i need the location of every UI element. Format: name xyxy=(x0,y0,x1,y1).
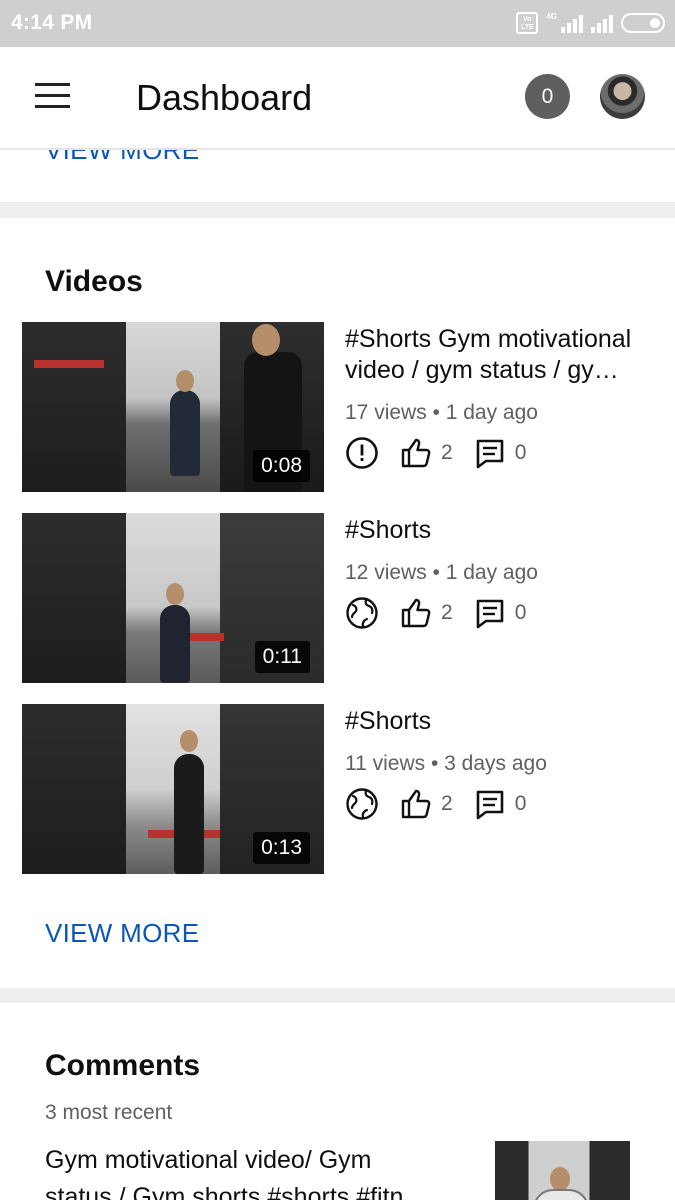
comment-count: 0 xyxy=(514,792,527,815)
comments-subtitle: 3 most recent xyxy=(45,1101,173,1124)
video-meta: 12 views • 1 day ago xyxy=(345,561,538,584)
video-stats: 2 0 xyxy=(345,596,526,630)
network-type-label: 4G xyxy=(546,11,557,21)
like-count: 2 xyxy=(441,792,453,815)
video-duration: 0:11 xyxy=(254,641,310,673)
comment-icon[interactable] xyxy=(473,436,507,470)
menu-icon[interactable] xyxy=(35,83,70,109)
comment-icon[interactable] xyxy=(473,596,507,630)
video-row[interactable]: 0:13 #Shorts 11 views • 3 days ago 2 0 xyxy=(22,704,662,874)
video-title[interactable]: #Shorts xyxy=(345,515,655,546)
video-thumbnail[interactable]: 0:08 xyxy=(22,322,324,492)
section-divider xyxy=(0,202,675,218)
comment-video-thumbnail[interactable] xyxy=(495,1141,630,1200)
video-thumbnail[interactable]: 0:13 xyxy=(22,704,324,874)
videos-section-title: Videos xyxy=(45,265,143,298)
page-title: Dashboard xyxy=(136,77,313,118)
volte-icon: Vo LTE xyxy=(516,12,539,34)
comment-video-title[interactable]: Gym motivational video/ Gym status / Gym… xyxy=(45,1142,445,1200)
video-duration: 0:13 xyxy=(253,832,310,864)
videos-view-more-link[interactable]: VIEW MORE xyxy=(45,918,199,949)
previous-section-card: VIEW MORE xyxy=(0,150,675,202)
section-divider xyxy=(0,988,675,1003)
status-time: 4:14 PM xyxy=(11,11,93,34)
view-more-link[interactable]: VIEW MORE xyxy=(45,150,199,166)
comment-count: 0 xyxy=(514,601,527,624)
thumbs-up-icon[interactable] xyxy=(399,596,433,630)
comment-icon[interactable] xyxy=(473,787,507,821)
thumbs-up-icon[interactable] xyxy=(399,787,433,821)
video-title[interactable]: #Shorts xyxy=(345,706,655,737)
video-row[interactable]: 0:08 #Shorts Gym motivational video / gy… xyxy=(22,322,662,492)
video-title[interactable]: #Shorts Gym motivational video / gym sta… xyxy=(345,324,655,386)
video-row[interactable]: 0:11 #Shorts 12 views • 1 day ago 2 0 xyxy=(22,513,662,683)
video-stats: 2 0 xyxy=(345,436,526,470)
app-bar: Dashboard 0 xyxy=(0,47,675,150)
video-meta: 17 views • 1 day ago xyxy=(345,401,538,424)
video-stats: 2 0 xyxy=(345,787,526,821)
videos-card: Videos 0:08 #Shorts Gym motivational vid… xyxy=(0,218,675,988)
video-meta: 11 views • 3 days ago xyxy=(345,752,547,775)
signal-icon-2 xyxy=(591,13,613,33)
avatar[interactable] xyxy=(600,74,645,119)
signal-icon xyxy=(561,13,583,33)
status-icons: Vo LTE 4G xyxy=(516,10,665,36)
like-count: 2 xyxy=(441,601,453,624)
comments-card: Comments 3 most recent Gym motivational … xyxy=(0,1003,675,1200)
globe-icon[interactable] xyxy=(345,596,379,630)
alert-circle-icon[interactable] xyxy=(345,436,379,470)
status-bar: 4:14 PM Vo LTE 4G xyxy=(0,0,675,47)
comments-section-title: Comments xyxy=(45,1049,201,1082)
comment-count: 0 xyxy=(514,441,527,464)
globe-icon[interactable] xyxy=(345,787,379,821)
video-duration: 0:08 xyxy=(253,450,310,482)
battery-icon xyxy=(621,13,665,33)
video-thumbnail[interactable]: 0:11 xyxy=(22,513,324,683)
thumbs-up-icon[interactable] xyxy=(399,436,433,470)
notifications-badge[interactable]: 0 xyxy=(525,74,570,119)
like-count: 2 xyxy=(441,441,453,464)
